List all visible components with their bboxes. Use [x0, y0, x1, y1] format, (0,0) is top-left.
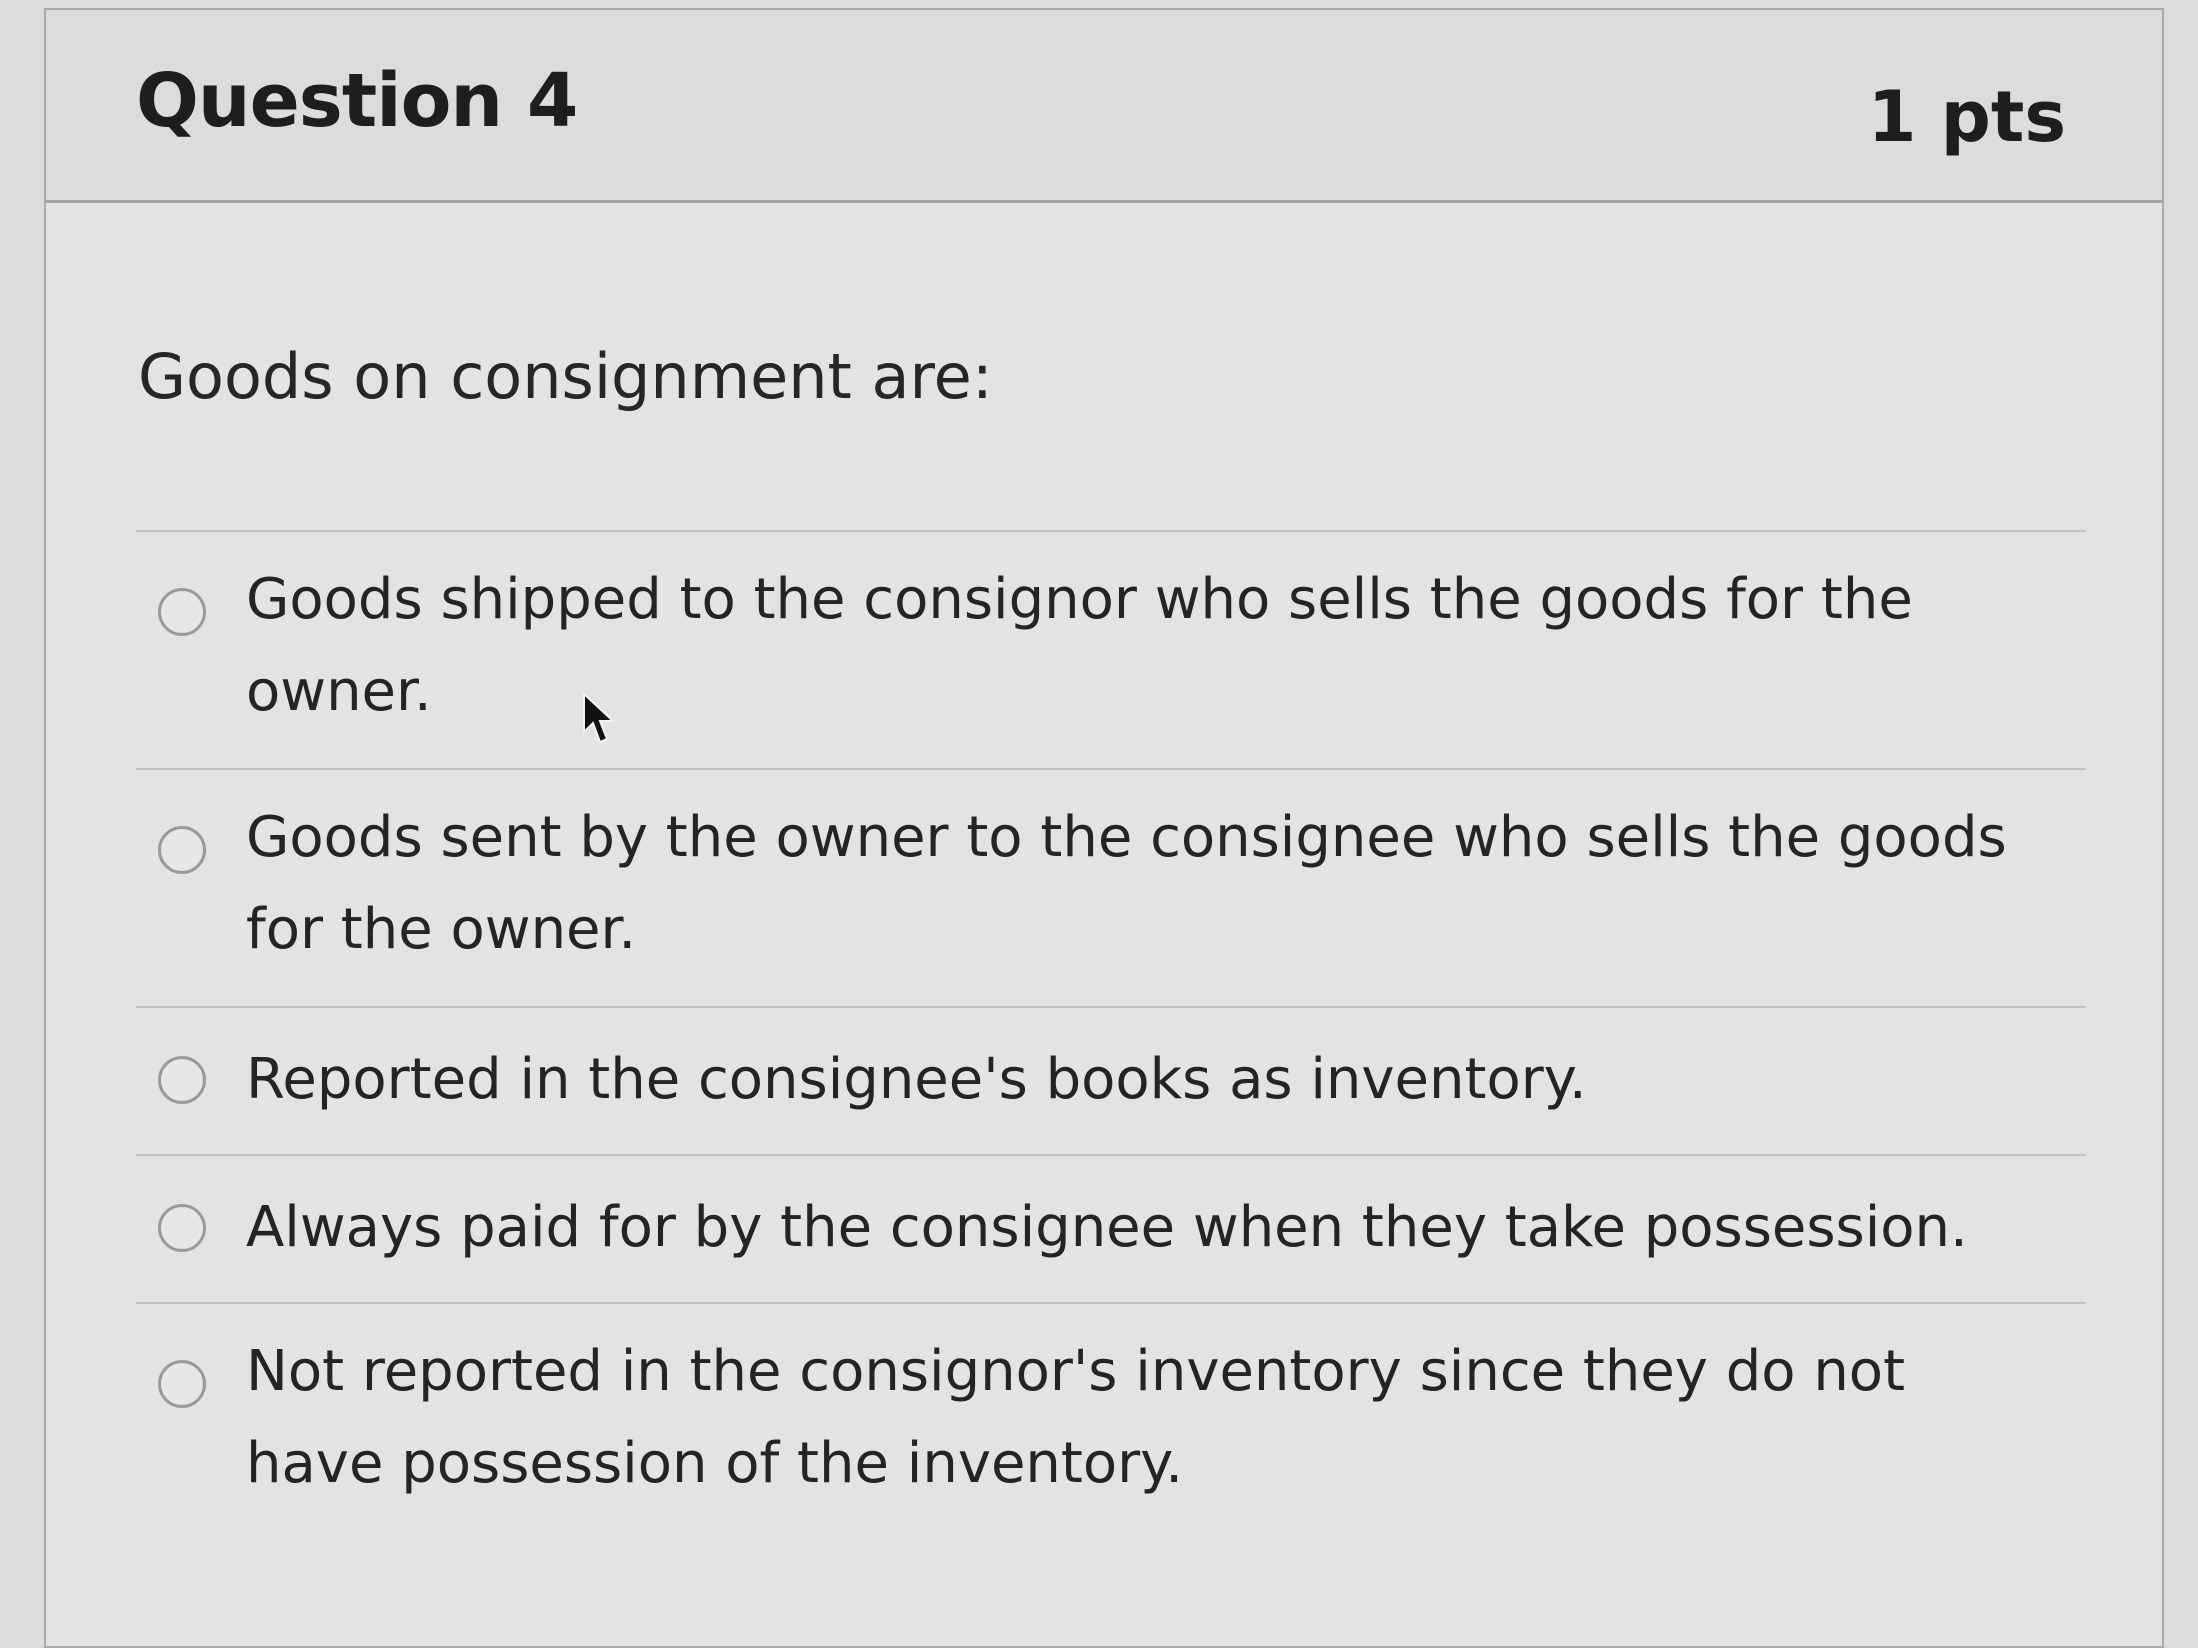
question-card: Question 4 1 pts Goods on consignment ar… — [44, 8, 2164, 1648]
radio-button-icon[interactable] — [158, 826, 206, 874]
mouse-pointer-icon — [583, 692, 616, 744]
answer-option-4[interactable]: Always paid for by the consignee when th… — [136, 1156, 2086, 1302]
points-label: 1 pts — [1867, 76, 2066, 158]
answer-label: Always paid for by the consignee when th… — [246, 1195, 1968, 1260]
answer-label: Goods sent by the owner to the consignee… — [246, 805, 2007, 962]
answer-option-5[interactable]: Not reported in the consignor's inventor… — [136, 1304, 2086, 1540]
answer-option-1[interactable]: Goods shipped to the consignor who sells… — [136, 532, 2086, 768]
question-title: Question 4 — [136, 58, 578, 144]
answer-label: Reported in the consignee's books as inv… — [246, 1047, 1587, 1112]
radio-button-icon[interactable] — [158, 1056, 206, 1104]
answer-label: Goods shipped to the consignor who sells… — [246, 567, 1913, 724]
radio-button-icon[interactable] — [158, 1360, 206, 1408]
answer-label: Not reported in the consignor's inventor… — [246, 1339, 1906, 1496]
answer-list: Goods shipped to the consignor who sells… — [136, 530, 2086, 1540]
question-header: Question 4 1 pts — [46, 10, 2162, 203]
radio-button-icon[interactable] — [158, 588, 206, 636]
answer-option-2[interactable]: Goods sent by the owner to the consignee… — [136, 770, 2086, 1006]
answer-option-3[interactable]: Reported in the consignee's books as inv… — [136, 1008, 2086, 1154]
question-text: Goods on consignment are: — [138, 340, 993, 413]
radio-button-icon[interactable] — [158, 1204, 206, 1252]
